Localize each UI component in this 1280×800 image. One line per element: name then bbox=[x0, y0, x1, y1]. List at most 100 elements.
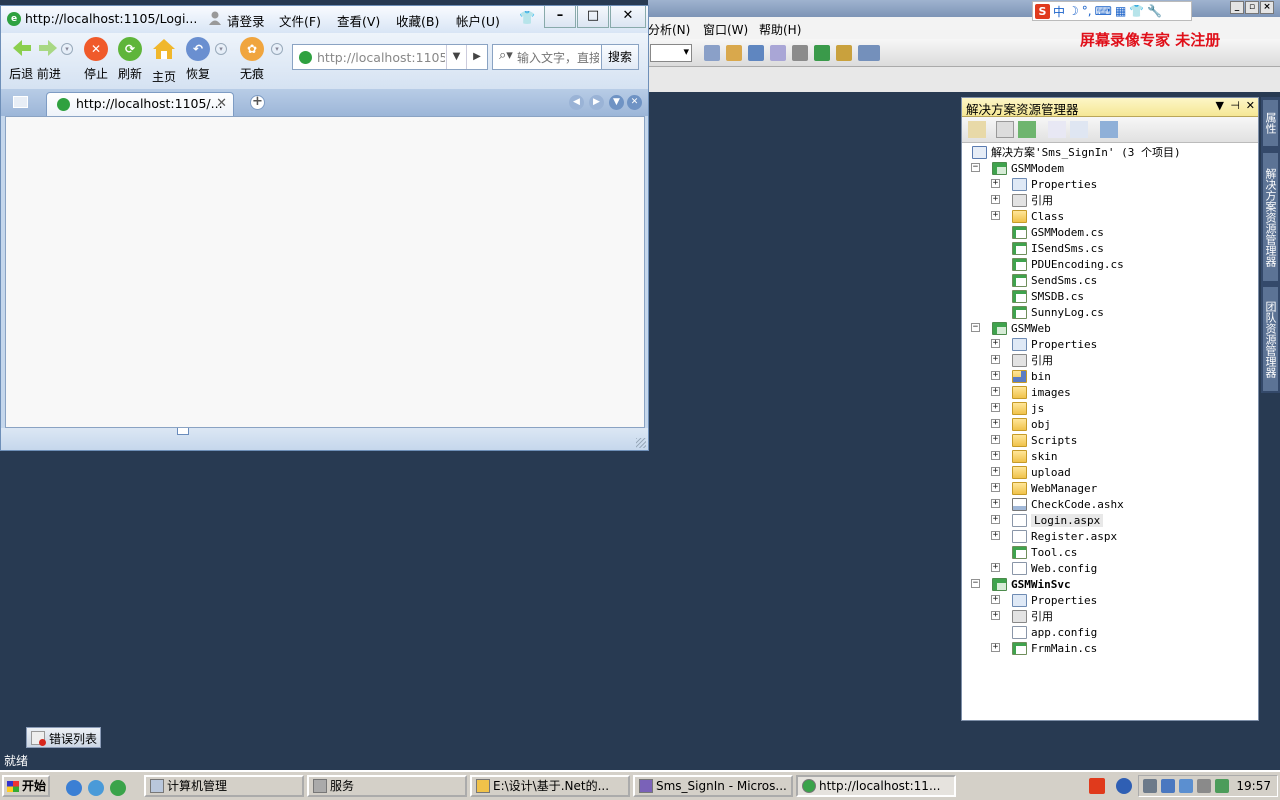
show-all-files-icon[interactable] bbox=[996, 121, 1014, 138]
expand-icon[interactable]: + bbox=[991, 419, 1000, 428]
security-icon[interactable] bbox=[1215, 779, 1229, 793]
refresh-tree-icon[interactable] bbox=[1018, 121, 1036, 138]
tree-item[interactable]: SMSDB.cs bbox=[1012, 288, 1084, 304]
incognito-button[interactable]: ✿ 无痕 bbox=[237, 37, 267, 82]
expand-icon[interactable]: + bbox=[991, 643, 1000, 652]
object-browser-icon[interactable] bbox=[748, 45, 764, 61]
start-button[interactable]: 开始 bbox=[2, 775, 50, 797]
address-input[interactable] bbox=[317, 48, 445, 66]
task-computer-management[interactable]: 计算机管理 bbox=[144, 775, 304, 797]
expand-icon[interactable]: + bbox=[991, 563, 1000, 572]
network-icon[interactable] bbox=[1143, 779, 1157, 793]
view-code-icon[interactable] bbox=[1048, 121, 1066, 138]
expand-icon[interactable]: + bbox=[991, 339, 1000, 348]
tree-item[interactable]: images bbox=[1012, 384, 1071, 400]
tree-item[interactable]: 引用 bbox=[1012, 352, 1053, 368]
menu-favorites[interactable]: 收藏(B) bbox=[396, 11, 439, 30]
home-button[interactable]: 主页 bbox=[149, 37, 179, 85]
tree-item[interactable]: SunnyLog.cs bbox=[1012, 304, 1104, 320]
menu-help[interactable]: 帮助(H) bbox=[759, 21, 801, 38]
menu-analyze[interactable]: 分析(N) bbox=[648, 21, 690, 38]
task-visual-studio[interactable]: Sms_SignIn - Micros... bbox=[633, 775, 793, 797]
printer-icon[interactable] bbox=[1197, 779, 1211, 793]
tree-item[interactable]: FrmMain.cs bbox=[1012, 640, 1097, 656]
expand-icon[interactable]: + bbox=[991, 387, 1000, 396]
ie-quicklaunch-icon[interactable] bbox=[66, 780, 82, 796]
tree-item[interactable]: Properties bbox=[1012, 592, 1097, 608]
expand-icon[interactable]: + bbox=[991, 451, 1000, 460]
close-button[interactable]: ✕ bbox=[610, 6, 646, 28]
login-link[interactable]: 请登录 bbox=[227, 11, 265, 30]
tree-item[interactable]: GSMModem bbox=[992, 160, 1064, 176]
menu-window[interactable]: 窗口(W) bbox=[703, 21, 748, 38]
tools-icon[interactable] bbox=[792, 45, 808, 61]
ime-toolbar[interactable]: S 中 ☽ °, ⌨ ▦ 👕 🔧 bbox=[1032, 1, 1192, 21]
vs-restore-button[interactable]: ▫ bbox=[1245, 1, 1259, 14]
go-arrow-icon[interactable]: ▶ bbox=[466, 45, 487, 69]
find-icon[interactable] bbox=[704, 45, 720, 61]
config-dropdown[interactable] bbox=[650, 44, 692, 62]
menu-grid-icon[interactable]: ▦ bbox=[1115, 4, 1126, 18]
tree-item[interactable]: Register.aspx bbox=[1012, 528, 1117, 544]
expand-icon[interactable]: + bbox=[991, 499, 1000, 508]
toolbox-icon[interactable] bbox=[770, 45, 786, 61]
collapse-icon[interactable]: − bbox=[971, 579, 980, 588]
tree-item[interactable]: obj bbox=[1012, 416, 1051, 432]
search-icon[interactable]: ⌕▾ bbox=[499, 48, 513, 63]
expand-icon[interactable]: + bbox=[991, 435, 1000, 444]
tab-localhost[interactable]: http://localhost:1105/... ✕ bbox=[46, 92, 234, 116]
tree-item[interactable]: SendSms.cs bbox=[1012, 272, 1097, 288]
side-tab-solution-explorer[interactable]: 解决方案资源管理器 bbox=[1263, 153, 1278, 281]
properties-tool-icon[interactable] bbox=[726, 45, 742, 61]
expand-icon[interactable]: + bbox=[991, 467, 1000, 476]
vs-minimize-button[interactable]: _ bbox=[1230, 1, 1244, 14]
expand-icon[interactable]: + bbox=[991, 611, 1000, 620]
tree-item[interactable]: Tool.cs bbox=[1012, 544, 1077, 560]
refresh-button[interactable]: ⟳ 刷新 bbox=[115, 37, 145, 82]
panel-close-icon[interactable]: ✕ bbox=[1246, 99, 1255, 112]
ime-mode-label[interactable]: 中 bbox=[1053, 3, 1065, 20]
side-tab-team-explorer[interactable]: 团队资源管理器 bbox=[1263, 287, 1278, 391]
expand-icon[interactable]: + bbox=[991, 403, 1000, 412]
properties-tool-icon[interactable] bbox=[968, 121, 986, 138]
class-diagram-icon[interactable] bbox=[1100, 121, 1118, 138]
expand-icon[interactable]: + bbox=[991, 179, 1000, 188]
search-button[interactable]: 搜索 bbox=[601, 45, 638, 69]
stop-button[interactable]: ✕ 停止 bbox=[81, 37, 111, 82]
collapse-icon[interactable]: − bbox=[971, 323, 980, 332]
tree-item[interactable]: 引用 bbox=[1012, 608, 1053, 624]
expand-icon[interactable]: + bbox=[991, 211, 1000, 220]
expand-icon[interactable]: + bbox=[991, 483, 1000, 492]
expand-icon[interactable]: + bbox=[991, 531, 1000, 540]
sidebar-toggle-icon[interactable] bbox=[13, 96, 28, 108]
tree-item[interactable]: upload bbox=[1012, 464, 1071, 480]
panel-dropdown-icon[interactable]: ▼ bbox=[1216, 99, 1224, 112]
tree-item[interactable]: GSMWinSvc bbox=[992, 576, 1071, 592]
tree-item[interactable]: ISendSms.cs bbox=[1012, 240, 1104, 256]
expand-icon[interactable]: + bbox=[991, 595, 1000, 604]
tree-item[interactable]: PDUEncoding.cs bbox=[1012, 256, 1124, 272]
side-tab-properties[interactable]: 属性 bbox=[1263, 100, 1278, 146]
resize-grip[interactable] bbox=[636, 438, 646, 448]
layout-dropdown-icon[interactable] bbox=[858, 45, 880, 61]
tab-list-icon[interactable]: ▼ bbox=[609, 95, 624, 110]
wrench-icon[interactable]: 🔧 bbox=[1147, 4, 1162, 18]
start-page-icon[interactable] bbox=[814, 45, 830, 61]
class-view-icon[interactable] bbox=[836, 45, 852, 61]
tab-scroll-left-icon[interactable]: ◀ bbox=[569, 95, 584, 110]
tree-item[interactable]: Web.config bbox=[1012, 560, 1097, 576]
tree-item[interactable]: Properties bbox=[1012, 336, 1097, 352]
new-tab-icon[interactable]: + bbox=[250, 95, 265, 110]
menu-view[interactable]: 查看(V) bbox=[337, 11, 380, 30]
tree-item[interactable]: Scripts bbox=[1012, 432, 1077, 448]
tree-item[interactable]: Properties bbox=[1012, 176, 1097, 192]
search-input[interactable] bbox=[517, 49, 599, 67]
sogou-tray-icon[interactable] bbox=[1089, 778, 1105, 794]
menu-account[interactable]: 帐户(U) bbox=[456, 11, 500, 30]
tree-item[interactable]: GSMModem.cs bbox=[1012, 224, 1104, 240]
vs-close-button[interactable]: × bbox=[1260, 1, 1274, 14]
desktop-quicklaunch-icon[interactable] bbox=[88, 780, 104, 796]
help-icon[interactable] bbox=[1116, 778, 1132, 794]
punctuation-icon[interactable]: °, bbox=[1082, 4, 1092, 18]
minimize-button[interactable]: – bbox=[544, 6, 576, 28]
